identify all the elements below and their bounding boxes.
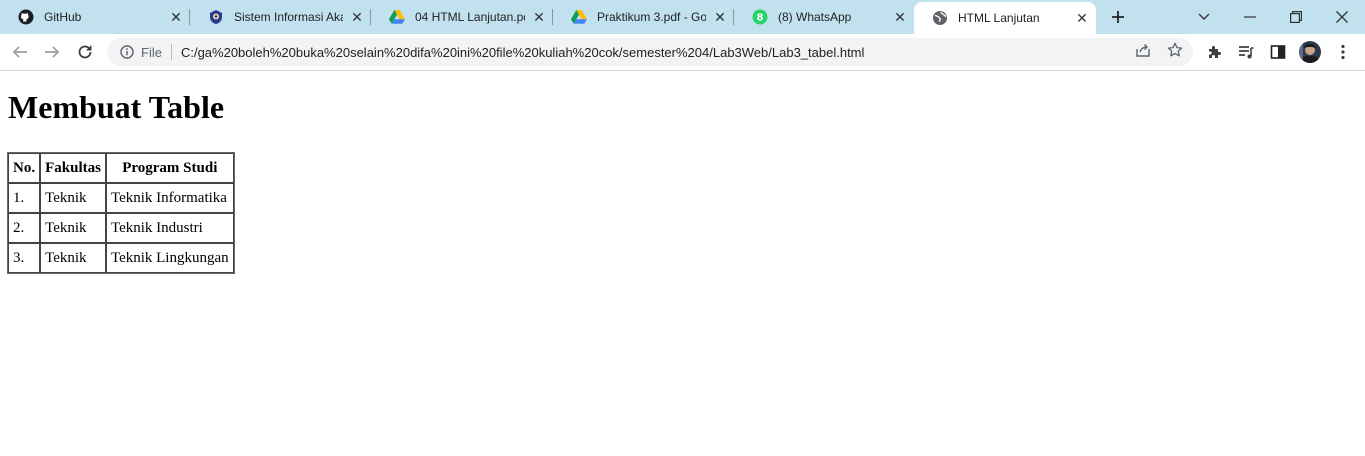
google-drive-icon (389, 9, 405, 25)
minimize-button[interactable] (1227, 0, 1273, 34)
close-icon[interactable]: ✕ (1074, 10, 1090, 26)
info-icon[interactable] (119, 44, 135, 60)
globe-icon (932, 10, 948, 26)
file-scheme-label: File (141, 44, 162, 60)
svg-text:8: 8 (757, 13, 764, 24)
tab-title: Sistem Informasi Akad (234, 10, 343, 24)
close-window-button[interactable] (1319, 0, 1365, 34)
whatsapp-icon: 8 (752, 9, 768, 25)
close-icon[interactable]: ✕ (892, 9, 908, 25)
page-heading: Membuat Table (8, 89, 225, 125)
new-tab-button[interactable] (1107, 6, 1129, 28)
close-icon[interactable]: ✕ (168, 9, 184, 25)
browser-toolbar: File C:/ga%20boleh%20buka%20selain%20dif… (0, 34, 1365, 71)
address-bar[interactable]: File C:/ga%20boleh%20buka%20selain%20dif… (107, 38, 1193, 66)
close-icon[interactable]: ✕ (349, 9, 365, 25)
share-icon[interactable] (1133, 40, 1153, 60)
side-panel-icon[interactable] (1266, 40, 1290, 64)
google-drive-icon (571, 9, 587, 25)
forward-arrow-icon[interactable] (40, 40, 64, 64)
tab-strip: GitHub ✕ Sistem Informasi Akad ✕ 04 HTML… (0, 0, 1365, 34)
cell-program-studi: Teknik Informatika (105, 183, 234, 213)
cell-fakultas: Teknik (40, 213, 106, 243)
tab-title: GitHub (44, 10, 82, 24)
cell-fakultas: Teknik (40, 243, 106, 273)
tab-title: (8) WhatsApp (778, 10, 852, 24)
reload-icon[interactable] (73, 40, 97, 64)
cell-no: 1. (8, 183, 41, 213)
tab-html-lanjutan-active[interactable]: HTML Lanjutan ✕ (914, 2, 1096, 34)
tab-title: HTML Lanjutan (958, 11, 1040, 25)
table-row: 1. Teknik Teknik Informatika (8, 183, 234, 213)
tab-whatsapp[interactable]: 8 (8) WhatsApp ✕ (734, 0, 914, 34)
tab-praktikum-pdf[interactable]: Praktikum 3.pdf - Goo ✕ (553, 0, 734, 34)
tab-search-chevron-icon[interactable] (1181, 0, 1227, 34)
tab-sistem-informasi[interactable]: Sistem Informasi Akad ✕ (190, 0, 371, 34)
close-icon[interactable]: ✕ (531, 9, 547, 25)
header-fakultas: Fakultas (40, 153, 106, 183)
github-icon (18, 9, 34, 25)
media-queue-icon[interactable] (1234, 40, 1258, 64)
cell-program-studi: Teknik Lingkungan (105, 243, 234, 273)
kebab-menu-icon[interactable] (1331, 40, 1355, 64)
header-no: No. (8, 153, 41, 183)
header-program-studi: Program Studi (105, 153, 234, 183)
table-row: 3. Teknik Teknik Lingkungan (8, 243, 234, 273)
faculty-table: No. Fakultas Program Studi 1. Teknik Tek… (7, 152, 235, 274)
tab-html-lanjutan-pdf[interactable]: 04 HTML Lanjutan.pdf ✕ (371, 0, 553, 34)
close-icon[interactable]: ✕ (712, 9, 728, 25)
bookmark-star-icon[interactable] (1165, 40, 1185, 60)
back-arrow-icon[interactable] (8, 40, 32, 64)
extensions-puzzle-icon[interactable] (1203, 40, 1227, 64)
tab-title: 04 HTML Lanjutan.pdf (415, 10, 525, 24)
cell-no: 2. (8, 213, 41, 243)
cell-fakultas: Teknik (40, 183, 106, 213)
university-seal-icon (208, 9, 224, 25)
tab-github[interactable]: GitHub ✕ (0, 0, 190, 34)
restore-button[interactable] (1273, 0, 1319, 34)
address-divider (170, 44, 172, 60)
page-viewport: Membuat Table No. Fakultas Program Studi… (0, 71, 1365, 456)
table-row: 2. Teknik Teknik Industri (8, 213, 234, 243)
profile-avatar[interactable] (1298, 40, 1322, 64)
table-header-row: No. Fakultas Program Studi (8, 153, 234, 183)
cell-program-studi: Teknik Industri (105, 213, 234, 243)
tab-title: Praktikum 3.pdf - Goo (597, 10, 706, 24)
url-text[interactable]: C:/ga%20boleh%20buka%20selain%20difa%20i… (181, 45, 864, 60)
cell-no: 3. (8, 243, 41, 273)
